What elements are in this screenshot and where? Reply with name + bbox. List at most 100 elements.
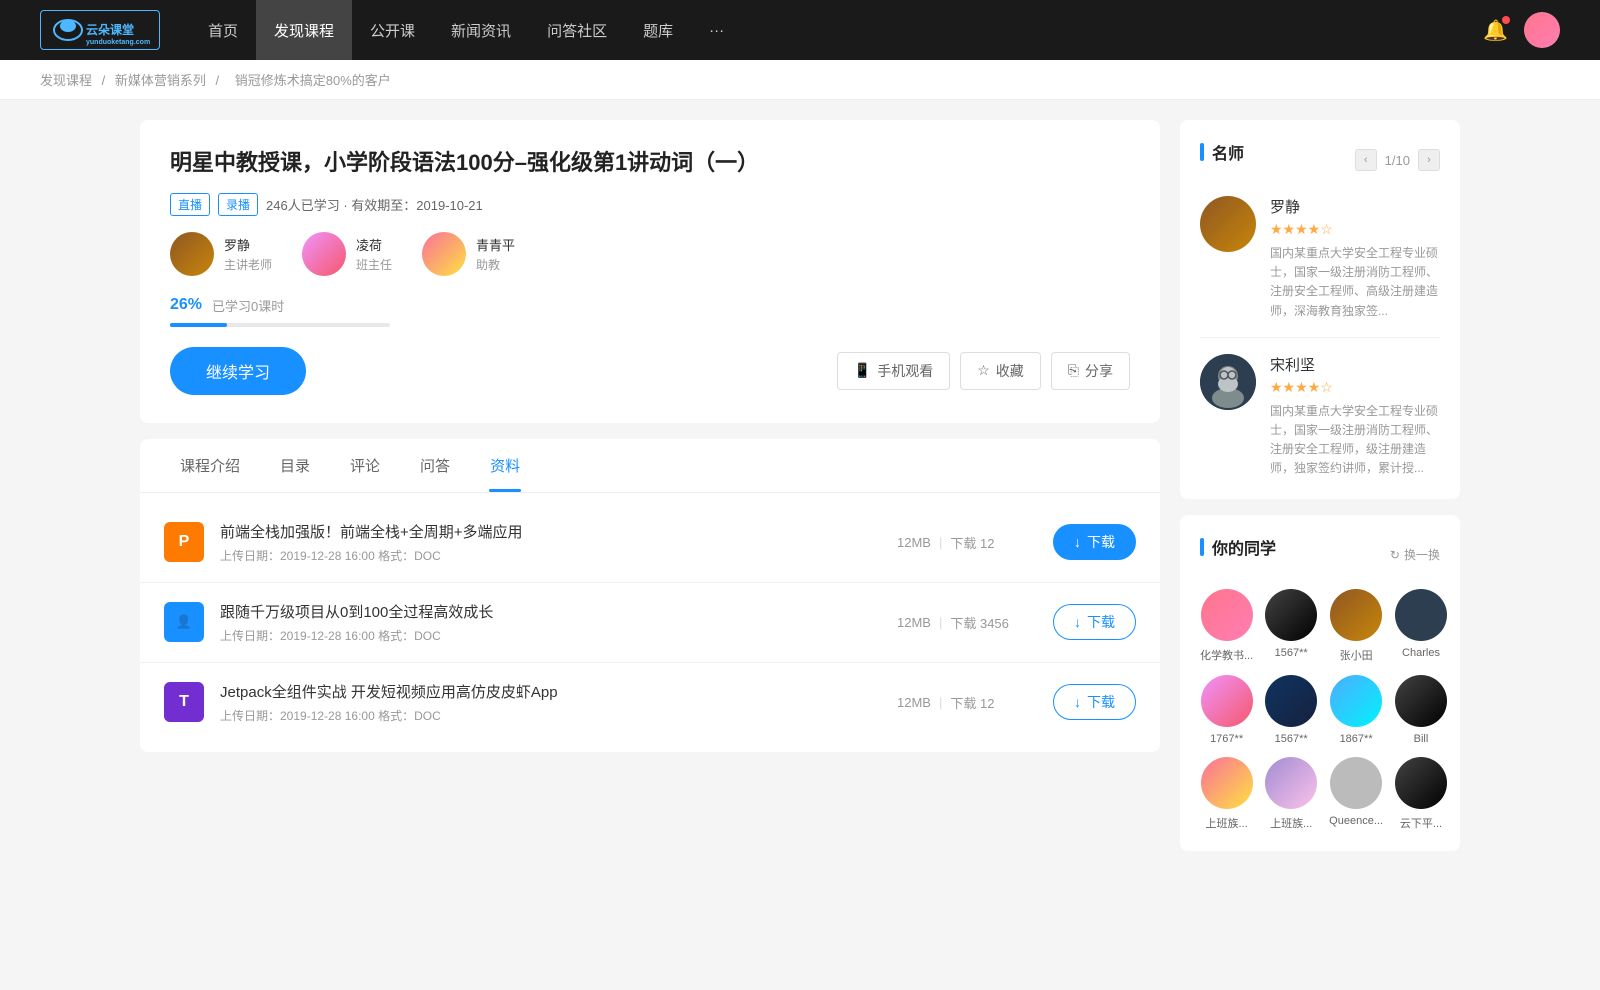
logo-text: 云朵课堂 yunduoketang.com: [40, 10, 160, 50]
teacher-0: 罗静 主讲老师: [170, 232, 272, 276]
collect-label: 收藏: [996, 361, 1024, 381]
famous-teacher-name-1: 宋利坚: [1270, 354, 1440, 375]
download-label-0: 下载: [1087, 532, 1115, 552]
famous-teachers-prev[interactable]: ‹: [1355, 149, 1377, 171]
resource-list: P 前端全栈加强版！前端全栈+全周期+多端应用 上传日期：2019-12-28 …: [140, 493, 1160, 752]
progress-bar-fill: [170, 323, 227, 327]
classmate-6[interactable]: 1867**: [1329, 675, 1383, 745]
classmate-7[interactable]: Bill: [1395, 675, 1447, 745]
download-icon-0: ↓: [1074, 534, 1081, 550]
classmate-avatar-4: [1201, 675, 1253, 727]
resource-stats-0: 12MB | 下载 12: [897, 533, 1037, 552]
svg-text:云朵课堂: 云朵课堂: [86, 22, 134, 37]
nav-qa[interactable]: 问答社区: [529, 0, 625, 60]
download-label-1: 下载: [1087, 612, 1115, 632]
famous-teacher-detail-1: 宋利坚 ★★★★☆ 国内某重点大学安全工程专业硕士，国家一级注册消防工程师、注册…: [1270, 354, 1440, 479]
famous-teacher-name-0: 罗静: [1270, 196, 1440, 217]
tab-resources[interactable]: 资料: [470, 439, 540, 492]
classmate-avatar-9: [1265, 757, 1317, 809]
classmate-avatar-8: [1201, 757, 1253, 809]
teacher-info-1: 凌荷 班主任: [356, 235, 392, 273]
classmate-0[interactable]: 化学教书...: [1200, 589, 1253, 663]
download-label-2: 下载: [1087, 692, 1115, 712]
progress-text: 已学习0课时: [212, 296, 284, 315]
resource-downloads-2: 下载 12: [950, 693, 994, 712]
svg-text:yunduoketang.com: yunduoketang.com: [86, 39, 150, 46]
teacher-name-1: 凌荷: [356, 235, 392, 254]
download-button-0[interactable]: ↓ 下载: [1053, 524, 1136, 560]
nav-news[interactable]: 新闻资讯: [433, 0, 529, 60]
classmate-avatar-0: [1201, 589, 1253, 641]
tab-intro[interactable]: 课程介绍: [160, 439, 260, 492]
classmate-name-4: 1767**: [1200, 733, 1253, 745]
nav-open-course[interactable]: 公开课: [352, 0, 433, 60]
teacher-info-2: 青青平 助教: [476, 235, 515, 273]
classmate-name-0: 化学教书...: [1200, 647, 1253, 663]
classmate-10[interactable]: Queence...: [1329, 757, 1383, 831]
nav-discover[interactable]: 发现课程: [256, 0, 352, 60]
classmate-name-11: 云下平...: [1395, 815, 1447, 831]
tab-catalog[interactable]: 目录: [260, 439, 330, 492]
breadcrumb-discover[interactable]: 发现课程: [40, 73, 92, 88]
resource-meta-0: 上传日期：2019-12-28 16:00 格式：DOC: [220, 547, 881, 564]
tab-qa[interactable]: 问答: [400, 439, 470, 492]
tabs-header: 课程介绍 目录 评论 问答 资料: [140, 439, 1160, 493]
notification-bell[interactable]: 🔔: [1483, 18, 1508, 43]
classmate-name-3: Charles: [1395, 647, 1447, 659]
share-button[interactable]: ⎘ 分享: [1051, 352, 1130, 390]
classmate-2[interactable]: 张小田: [1329, 589, 1383, 663]
refresh-label: 换一换: [1404, 546, 1440, 563]
classmate-name-6: 1867**: [1329, 733, 1383, 745]
resource-item-1: 👤 跟随千万级项目从0到100全过程高效成长 上传日期：2019-12-28 1…: [140, 583, 1160, 663]
refresh-classmates-button[interactable]: ↻ 换一换: [1390, 546, 1440, 563]
classmate-3[interactable]: Charles: [1395, 589, 1447, 663]
classmates-grid: 化学教书... 1567** 张小田 Charles 1767**: [1200, 589, 1440, 831]
famous-teacher-avatar-0: [1200, 196, 1256, 252]
header-right: 🔔: [1483, 12, 1560, 48]
classmate-9[interactable]: 上班族...: [1265, 757, 1317, 831]
resource-name-1: 跟随千万级项目从0到100全过程高效成长: [220, 601, 881, 622]
classmate-name-7: Bill: [1395, 733, 1447, 745]
famous-teacher-0: 罗静 ★★★★☆ 国内某重点大学安全工程专业硕士，国家一级注册消防工程师、注册安…: [1200, 196, 1440, 338]
progress-label: 26% 已学习0课时: [170, 296, 1130, 315]
continue-learning-button[interactable]: 继续学习: [170, 347, 306, 395]
famous-teachers-next[interactable]: ›: [1418, 149, 1440, 171]
famous-teachers-nav: ‹ 1/10 ›: [1355, 149, 1440, 171]
resource-info-0: 前端全栈加强版！前端全栈+全周期+多端应用 上传日期：2019-12-28 16…: [220, 521, 881, 564]
classmate-avatar-1: [1265, 589, 1317, 641]
resource-downloads-0: 下载 12: [950, 533, 994, 552]
logo[interactable]: 云朵课堂 yunduoketang.com: [40, 10, 160, 50]
classmates-title: 你的同学: [1200, 535, 1276, 559]
main-nav: 首页 发现课程 公开课 新闻资讯 问答社区 题库 ···: [190, 0, 1483, 60]
star-icon: ☆: [977, 362, 990, 379]
breadcrumb: 发现课程 / 新媒体营销系列 / 销冠修炼术搞定80%的客户: [0, 60, 1600, 100]
tab-review[interactable]: 评论: [330, 439, 400, 492]
famous-teachers-title: 名师: [1200, 140, 1244, 164]
resource-downloads-1: 下载 3456: [950, 613, 1009, 632]
resource-meta-1: 上传日期：2019-12-28 16:00 格式：DOC: [220, 627, 881, 644]
progress-percent: 26%: [170, 296, 202, 314]
collect-button[interactable]: ☆ 收藏: [960, 352, 1041, 390]
nav-more[interactable]: ···: [691, 0, 742, 60]
classmate-11[interactable]: 云下平...: [1395, 757, 1447, 831]
nav-question-bank[interactable]: 题库: [625, 0, 691, 60]
classmates-header: 你的同学 ↻ 换一换: [1200, 535, 1440, 575]
classmate-8[interactable]: 上班族...: [1200, 757, 1253, 831]
breadcrumb-sep2: /: [216, 73, 223, 88]
download-button-2[interactable]: ↓ 下载: [1053, 684, 1136, 720]
tabs-card: 课程介绍 目录 评论 问答 资料 P 前端全栈加强版！前端全栈+全周期+多端应用…: [140, 439, 1160, 752]
resource-name-2: Jetpack全组件实战 开发短视频应用高仿皮皮虾App: [220, 681, 881, 702]
mobile-watch-button[interactable]: 📱 手机观看: [837, 352, 950, 390]
classmate-name-5: 1567**: [1265, 733, 1317, 745]
download-button-1[interactable]: ↓ 下载: [1053, 604, 1136, 640]
nav-home[interactable]: 首页: [190, 0, 256, 60]
user-avatar-header[interactable]: [1524, 12, 1560, 48]
classmate-1[interactable]: 1567**: [1265, 589, 1317, 663]
resource-meta-2: 上传日期：2019-12-28 16:00 格式：DOC: [220, 707, 881, 724]
classmate-5[interactable]: 1567**: [1265, 675, 1317, 745]
breadcrumb-series[interactable]: 新媒体营销系列: [115, 73, 206, 88]
classmates-card: 你的同学 ↻ 换一换 化学教书... 1567** 张小田: [1180, 515, 1460, 851]
resource-size-2: 12MB: [897, 695, 931, 710]
teacher-role-2: 助教: [476, 256, 515, 273]
classmate-4[interactable]: 1767**: [1200, 675, 1253, 745]
